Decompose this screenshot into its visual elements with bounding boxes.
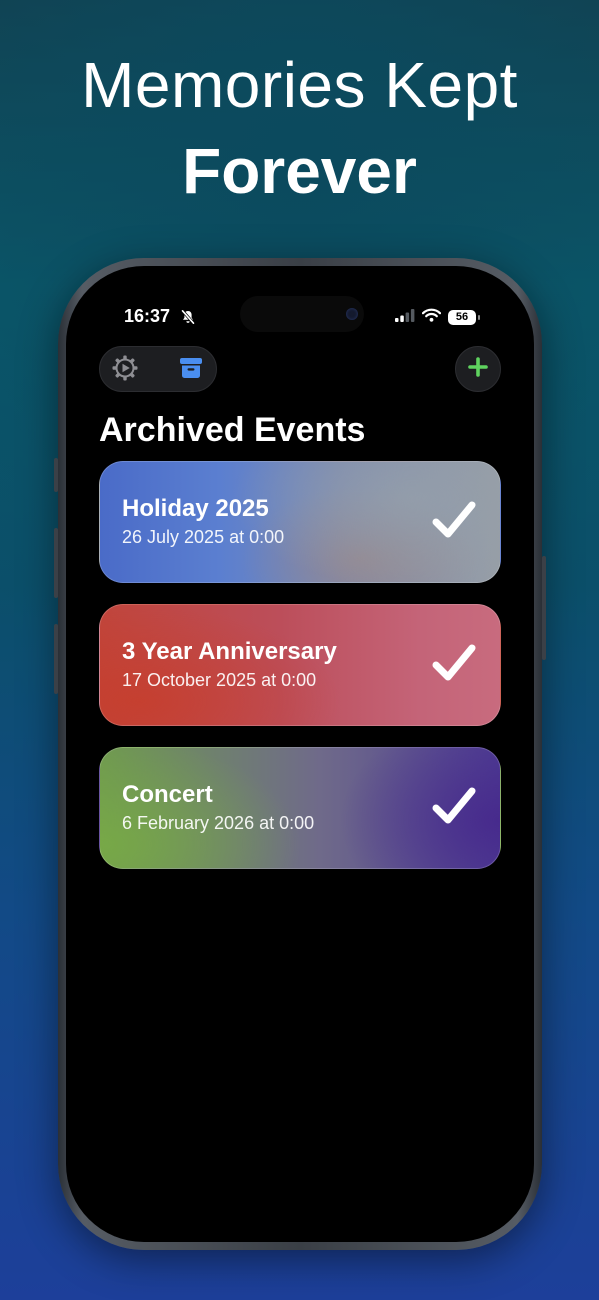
headline-line-1: Memories Kept xyxy=(81,49,518,121)
event-title: 3 Year Anniversary xyxy=(122,638,337,665)
archive-button[interactable] xyxy=(176,355,206,385)
event-date: 26 July 2025 at 0:00 xyxy=(122,527,285,547)
wifi-icon xyxy=(421,308,442,327)
cellular-signal-icon xyxy=(395,308,415,327)
checkmark-icon xyxy=(432,643,476,688)
event-card-anniversary[interactable]: 3 Year Anniversary 17 October 2025 at 0:… xyxy=(99,604,501,726)
event-date: 17 October 2025 at 0:00 xyxy=(122,670,317,690)
front-camera xyxy=(346,308,358,320)
checkmark-icon xyxy=(432,500,476,545)
headline-line-2: Forever xyxy=(182,135,417,207)
bell-slash-icon xyxy=(180,309,196,330)
status-icons: 56 xyxy=(395,308,480,327)
phone-screen: 16:37 56 Archived Events Holiday 2025 26… xyxy=(66,266,534,1242)
add-event-button[interactable] xyxy=(455,346,501,392)
event-card-concert[interactable]: Concert 6 February 2026 at 0:00 xyxy=(99,747,501,869)
phone-frame: 16:37 56 Archived Events Holiday 2025 26… xyxy=(54,258,546,1250)
checkmark-icon xyxy=(432,786,476,831)
archive-box-icon xyxy=(178,355,204,386)
action-button xyxy=(54,458,58,492)
event-title: Holiday 2025 xyxy=(122,495,269,522)
dynamic-island xyxy=(240,296,364,332)
settings-button[interactable] xyxy=(110,355,140,385)
volume-up-button xyxy=(54,528,58,598)
page-title: Archived Events xyxy=(99,411,366,449)
toolbar-pill xyxy=(99,346,217,392)
status-time: 16:37 xyxy=(124,306,171,326)
event-card-holiday[interactable]: Holiday 2025 26 July 2025 at 0:00 xyxy=(99,461,501,583)
battery-icon: 56 xyxy=(448,310,480,325)
event-date: 6 February 2026 at 0:00 xyxy=(122,813,315,833)
gear-play-icon xyxy=(110,353,140,388)
event-title: Concert xyxy=(122,781,213,808)
plus-icon xyxy=(467,356,489,383)
volume-down-button xyxy=(54,624,58,694)
power-button xyxy=(542,556,546,660)
